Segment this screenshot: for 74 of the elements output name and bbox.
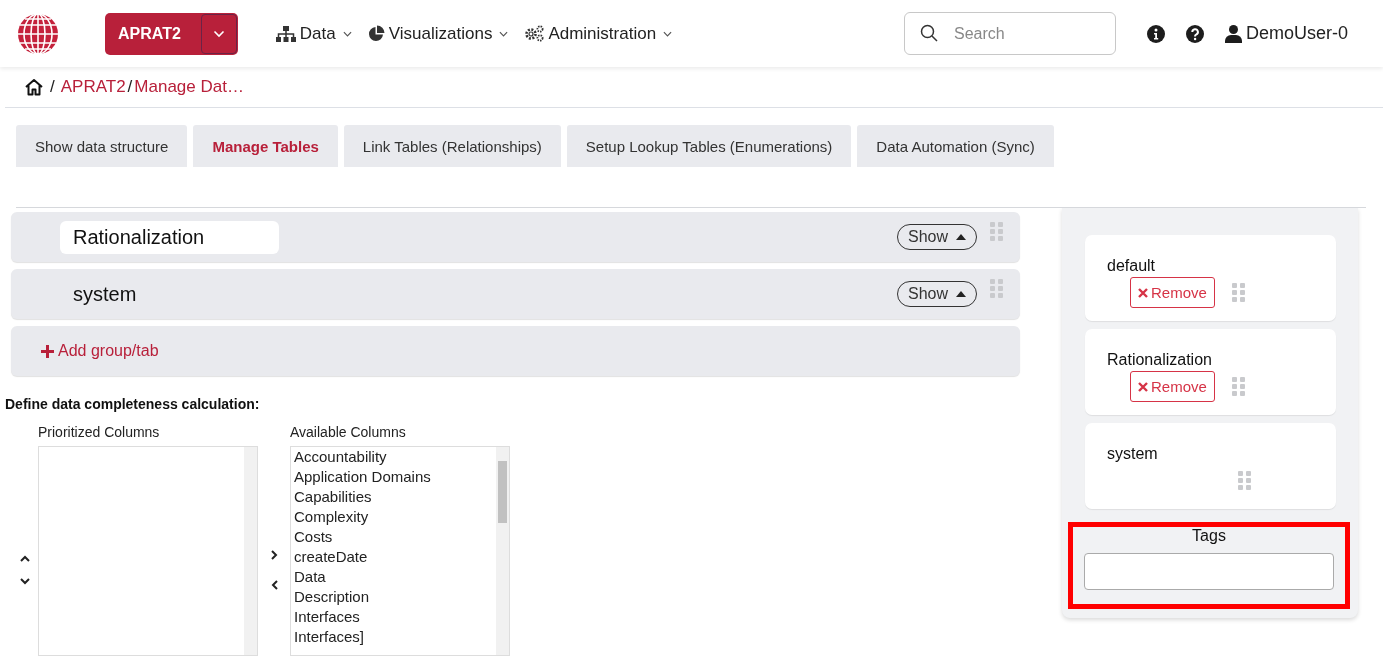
caret-icon [663,30,673,37]
list-option[interactable]: Description [294,587,493,607]
nav-menu[interactable]: Data [275,23,352,44]
scrollbar[interactable] [244,447,257,655]
tab[interactable]: Setup Lookup Tables (Enumerations) [566,125,852,167]
field-label: Tags [1192,527,1226,545]
plus-icon [41,344,54,358]
nav-menu[interactable]: Administration [524,23,673,44]
search-field[interactable]: Search [903,12,1116,55]
list-option[interactable]: Application Domains [294,467,493,487]
list-option[interactable]: Interfaces [294,607,493,627]
add-column-button[interactable] [270,550,278,560]
scrollbar[interactable] [496,447,509,655]
remove-button[interactable]: Remove [1130,371,1215,402]
home-link[interactable] [24,78,44,96]
list-option[interactable]: Interfaces] [294,627,493,647]
list-option[interactable]: createDate [294,547,493,567]
remove-button[interactable]: Remove [1130,277,1215,308]
drag-handle-icon [1231,376,1246,397]
section-title: Define data completeness calculation: [5,396,261,412]
breadcrumb-link[interactable]: APRAT2 [60,77,126,97]
group-name: default [1107,257,1157,275]
tab[interactable]: Data Automation (Sync) [857,125,1054,167]
drag-handle-icon [1231,282,1246,303]
drag-handle-icon [990,279,1004,299]
chevron-down-icon [212,29,225,38]
chevron-right-icon [270,550,278,560]
drag-handle-icon [990,222,1004,242]
add-group-button[interactable]: Add group/tab [41,342,159,360]
globe-logo-icon [17,12,59,55]
tab[interactable]: Link Tables (Relationships) [343,125,561,167]
group-name: system [1107,445,1159,463]
help-icon [1185,24,1204,43]
group-name-field[interactable]: Rationalization [60,220,279,254]
pie-chart-icon [367,25,385,42]
breadcrumb-separator: / [50,77,55,97]
nav-menu[interactable]: Visualizations [367,23,509,44]
sitemap-icon [275,25,296,42]
list-option[interactable]: Capabilities [294,487,493,507]
caret-icon [342,30,352,37]
gears-icon [524,25,545,42]
chevron-up-icon [19,555,30,562]
info-icon [1146,24,1165,43]
list-option[interactable]: Costs [294,527,493,547]
caret-icon [499,30,509,37]
caret-up-icon [956,291,966,297]
list-option[interactable]: Complexity [294,507,493,527]
breadcrumb-link[interactable]: Manage Dat… [134,77,244,97]
tab[interactable]: Manage Tables [193,125,338,167]
chevron-down-icon [19,578,30,585]
group-name: system [72,281,138,307]
list-label: Prioritized Columns [38,424,161,440]
move-up-button[interactable] [19,555,30,562]
drag-handle-icon [1238,470,1252,491]
remove-column-button[interactable] [270,580,278,590]
breadcrumb-separator: / [127,77,133,97]
project-button[interactable]: APRAT2 [105,12,238,55]
group-name: Rationalization [1107,351,1213,369]
list-label: Available Columns [290,424,407,440]
list-option[interactable]: Data [294,567,493,587]
tab[interactable]: Show data structure [16,125,188,167]
x-icon [1138,287,1148,298]
x-icon [1138,381,1148,392]
chevron-left-icon [270,580,278,590]
help-button[interactable] [1185,24,1204,43]
move-down-button[interactable] [19,578,30,585]
user-menu[interactable]: DemoUser-0 [1224,23,1348,44]
tags-field[interactable] [1084,553,1334,590]
caret-up-icon [956,234,966,240]
column-listbox[interactable]: Accountability Application Domains Capabilities Complexity Costs createDate Data Description Interfaces Interfaces] [290,446,510,656]
list-option[interactable]: Accountability [294,447,493,467]
info-button[interactable] [1146,24,1165,43]
home-icon [24,78,44,96]
user-icon [1224,24,1242,43]
